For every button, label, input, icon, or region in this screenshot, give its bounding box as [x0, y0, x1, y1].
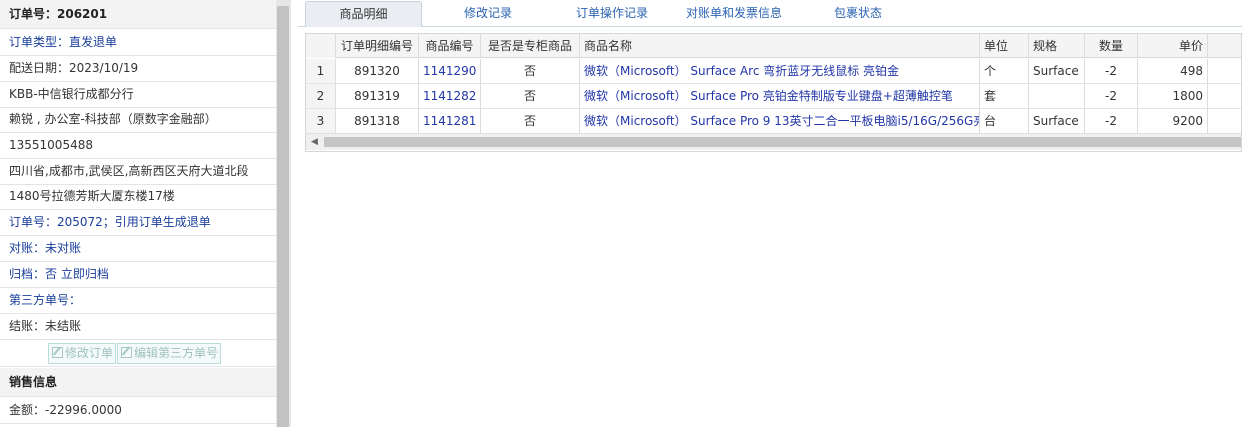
- spec-cell: Surface: [1029, 109, 1085, 133]
- order-number-header: 订单号：206201: [0, 0, 276, 29]
- detail-id-cell: 891319: [336, 84, 419, 108]
- product-id-link[interactable]: 1141281: [419, 109, 481, 133]
- action-button-bar: 修改订单 编辑第三方单号: [0, 340, 276, 367]
- tab-order-operation-log[interactable]: 订单操作记录: [560, 1, 664, 27]
- third-party-number: 第三方单号：: [0, 288, 276, 314]
- counter-cell: 否: [481, 84, 580, 108]
- column-header[interactable]: 单价: [1138, 34, 1208, 58]
- edit-third-party-label: 编辑第三方单号: [134, 346, 219, 360]
- detail-id-cell: 891318: [336, 109, 419, 133]
- detail-panel: 商品明细 修改记录 订单操作记录 对账单和发票信息 包裹状态 订单明细编号 商品…: [298, 0, 1242, 427]
- unit-cell: 套: [980, 84, 1029, 108]
- arrow-left-icon[interactable]: ◀: [306, 134, 323, 150]
- product-detail-grid: 订单明细编号 商品编号 是否是专柜商品 商品名称 单位 规格 数量 单价 1 8…: [305, 33, 1242, 152]
- address-line-1: 四川省,成都市,武侯区,高新西区天府大道北段: [0, 159, 276, 185]
- sales-amount: 金额：-22996.0000: [0, 398, 276, 424]
- address-line-2: 1480号拉德芳斯大厦东楼17楼: [0, 184, 276, 210]
- counter-cell: 否: [481, 59, 580, 83]
- tab-statement-invoice[interactable]: 对账单和发票信息: [678, 1, 790, 27]
- product-name-link[interactable]: 微软（Microsoft） Surface Arc 弯折蓝牙无线鼠标 亮铂金: [580, 59, 980, 83]
- archive-now-link[interactable]: 否 立即归档: [45, 267, 109, 281]
- order-type: 订单类型：直发退单: [0, 30, 276, 56]
- table-row[interactable]: 3 891318 1141281 否 微软（Microsoft） Surface…: [306, 109, 1241, 134]
- tab-package-status[interactable]: 包裹状态: [818, 1, 898, 27]
- spec-cell: [1029, 84, 1085, 108]
- grid-header: 订单明细编号 商品编号 是否是专柜商品 商品名称 单位 规格 数量 单价: [306, 34, 1241, 58]
- row-number: 2: [306, 84, 336, 108]
- delivery-date: 配送日期：2023/10/19: [0, 56, 276, 82]
- grid-horizontal-scrollbar[interactable]: ◀: [306, 133, 1241, 150]
- edit-order-button[interactable]: 修改订单: [48, 343, 117, 364]
- reference-order: 订单号：205072；引用订单生成退单: [0, 210, 276, 236]
- edit-icon: [52, 347, 63, 358]
- contact-person: 赖锐 , 办公室-科技部（原数字金融部）: [0, 107, 276, 133]
- branch-name: KBB-中信银行成都分行: [0, 82, 276, 108]
- quantity-cell: -2: [1085, 109, 1138, 133]
- column-header[interactable]: 商品名称: [580, 34, 980, 58]
- contact-phone: 13551005488: [0, 133, 276, 159]
- column-header[interactable]: 订单明细编号: [336, 34, 419, 58]
- edit-third-party-button[interactable]: 编辑第三方单号: [117, 343, 222, 364]
- tab-edit-history[interactable]: 修改记录: [438, 1, 538, 27]
- reconcile-status: 对账：未对账: [0, 236, 276, 262]
- counter-cell: 否: [481, 109, 580, 133]
- quantity-cell: -2: [1085, 59, 1138, 83]
- row-number: 3: [306, 109, 336, 133]
- product-name-link[interactable]: 微软（Microsoft） Surface Pro 9 13英寸二合一平板电脑i…: [580, 109, 980, 133]
- column-header[interactable]: 规格: [1029, 34, 1085, 58]
- row-number: 1: [306, 59, 336, 83]
- product-name-link[interactable]: 微软（Microsoft） Surface Pro 亮铂金特制版专业键盘+超薄触…: [580, 84, 980, 108]
- row-number-header: [306, 34, 336, 58]
- unit-cell: 个: [980, 59, 1029, 83]
- table-row[interactable]: 2 891319 1141282 否 微软（Microsoft） Surface…: [306, 84, 1241, 109]
- column-header[interactable]: 商品编号: [419, 34, 481, 58]
- order-info-panel: 订单号：206201 订单类型：直发退单 配送日期：2023/10/19 KBB…: [0, 0, 276, 427]
- table-row[interactable]: 1 891320 1141290 否 微软（Microsoft） Surface…: [306, 59, 1241, 84]
- detail-id-cell: 891320: [336, 59, 419, 83]
- quantity-cell: -2: [1085, 84, 1138, 108]
- archive-status: 归档：否 立即归档: [0, 262, 276, 288]
- product-id-link[interactable]: 1141282: [419, 84, 481, 108]
- archive-label: 归档：: [9, 267, 46, 281]
- settlement-status: 结账：未结账: [0, 314, 276, 340]
- price-cell: 498: [1138, 59, 1208, 83]
- column-header[interactable]: 是否是专柜商品: [481, 34, 580, 58]
- grid-scroll-thumb[interactable]: [324, 137, 1241, 147]
- edit-order-label: 修改订单: [65, 346, 114, 360]
- spec-cell: Surface: [1029, 59, 1085, 83]
- unit-cell: 台: [980, 109, 1029, 133]
- price-cell: 1800: [1138, 84, 1208, 108]
- price-cell: 9200: [1138, 109, 1208, 133]
- tab-product-details[interactable]: 商品明细: [305, 1, 422, 27]
- tab-bar: 商品明细 修改记录 订单操作记录 对账单和发票信息 包裹状态: [298, 0, 1242, 27]
- product-id-link[interactable]: 1141290: [419, 59, 481, 83]
- edit-icon: [121, 347, 133, 358]
- left-panel-scroll-thumb[interactable]: [277, 6, 289, 427]
- column-header[interactable]: 单位: [980, 34, 1029, 58]
- column-header[interactable]: 数量: [1085, 34, 1138, 58]
- sales-info-header: 销售信息: [0, 368, 276, 397]
